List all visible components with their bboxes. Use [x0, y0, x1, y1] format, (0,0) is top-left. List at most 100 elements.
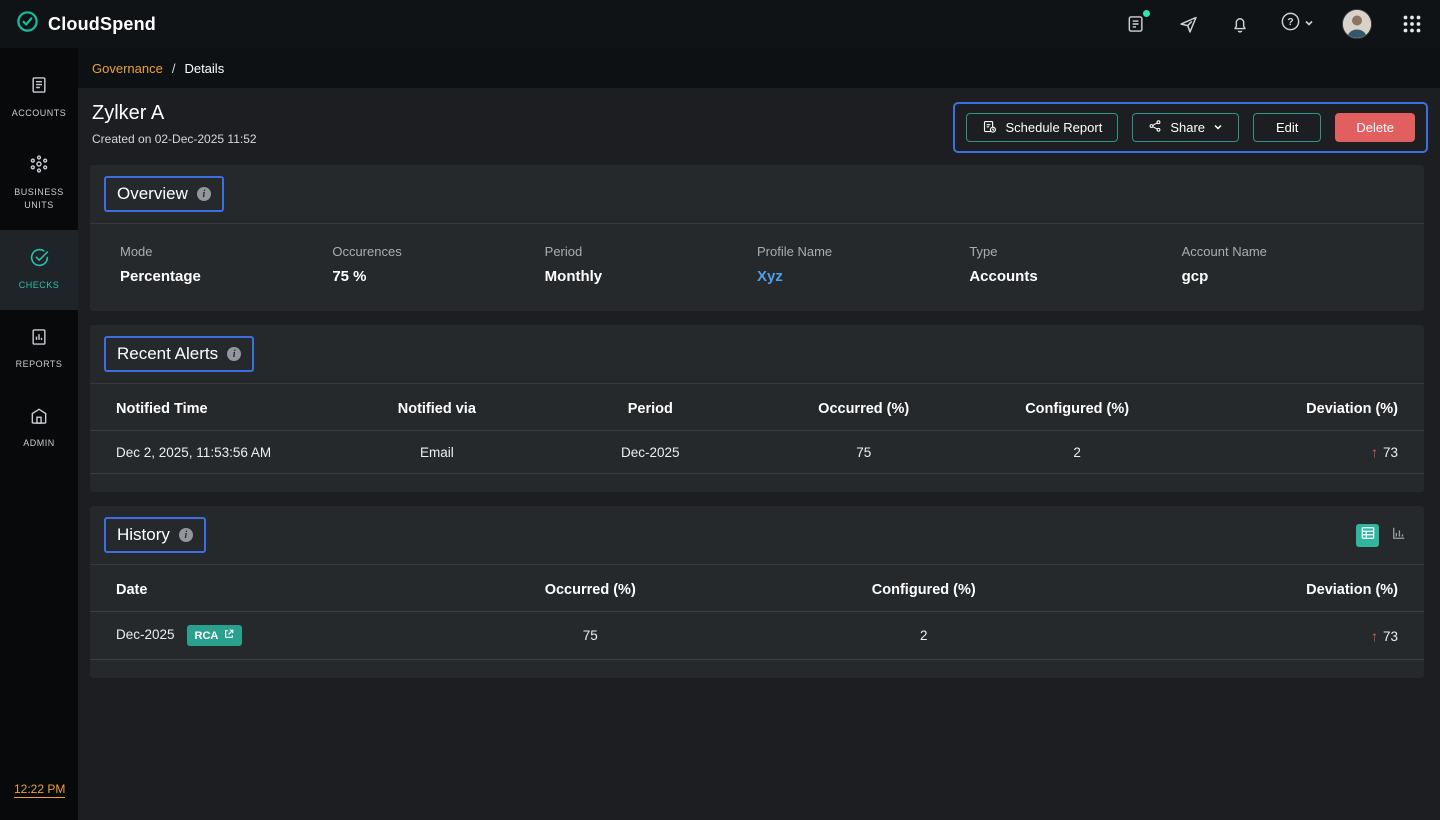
configured-cell: 2 [757, 612, 1091, 660]
breadcrumb-separator: / [172, 61, 176, 76]
sidebar-item-label: ACCOUNTS [12, 107, 67, 121]
info-icon[interactable]: i [197, 187, 211, 201]
field-value: 75 % [332, 268, 544, 285]
sidebar-item-label: BUSINESS UNITS [4, 186, 74, 213]
edit-label: Edit [1276, 120, 1298, 135]
whats-new-icon[interactable] [1176, 12, 1200, 36]
sidebar-item-checks[interactable]: CHECKS [0, 230, 78, 310]
field-type: Type Accounts [969, 244, 1181, 285]
overview-card: Overview i Mode Percentage Occurences 75… [90, 165, 1424, 311]
sidebar-item-accounts[interactable]: ACCOUNTS [0, 58, 78, 137]
column-header: Configured (%) [970, 384, 1183, 431]
accounts-icon [29, 75, 49, 100]
feedback-icon[interactable] [1124, 12, 1148, 36]
column-header: Notified via [330, 384, 543, 431]
created-on-text: Created on 02-Dec-2025 11:52 [92, 132, 257, 146]
reports-icon [29, 327, 49, 352]
field-value: Accounts [969, 268, 1181, 285]
field-period: Period Monthly [545, 244, 757, 285]
session-time[interactable]: 12:22 PM [14, 782, 65, 798]
column-header: Date [90, 565, 424, 612]
edit-button[interactable]: Edit [1253, 113, 1321, 142]
occurred-cell: 75 [424, 612, 758, 660]
field-mode: Mode Percentage [120, 244, 332, 285]
info-icon[interactable]: i [179, 528, 193, 542]
column-header: Notified Time [90, 384, 330, 431]
sidebar-item-admin[interactable]: ADMIN [0, 389, 78, 468]
notified-via-cell: Email [330, 431, 543, 474]
field-label: Profile Name [757, 244, 969, 259]
history-card: History i [90, 506, 1424, 678]
field-label: Type [969, 244, 1181, 259]
info-icon[interactable]: i [227, 347, 241, 361]
recent-alerts-title: Recent Alerts [117, 344, 218, 364]
breadcrumb-details: Details [184, 61, 224, 76]
history-table: Date Occurred (%) Configured (%) Deviati… [90, 565, 1424, 660]
sidebar-item-label: REPORTS [16, 358, 63, 372]
schedule-report-label: Schedule Report [1005, 120, 1102, 135]
sidebar-item-reports[interactable]: REPORTS [0, 310, 78, 389]
notified-time-cell: Dec 2, 2025, 11:53:56 AM [90, 431, 330, 474]
cloudspend-logo[interactable]: CloudSpend [16, 10, 156, 38]
help-icon: ? [1280, 11, 1301, 37]
app-title: CloudSpend [48, 14, 156, 35]
sidebar-item-label: ADMIN [23, 437, 55, 451]
notifications-bell-icon[interactable] [1228, 12, 1252, 36]
field-label: Period [545, 244, 757, 259]
top-navbar: CloudSpend ? [0, 0, 1440, 48]
deviation-cell: ↑ 73 [1184, 431, 1424, 474]
recent-alerts-card: Recent Alerts i Notified Time No [90, 325, 1424, 492]
overview-title-highlight: Overview i [104, 176, 224, 212]
deviation-value: 73 [1383, 445, 1398, 460]
cloudspend-logo-icon [16, 10, 39, 38]
share-icon [1148, 119, 1162, 136]
configured-cell: 2 [970, 431, 1183, 474]
field-profile-name: Profile Name Xyz [757, 244, 969, 285]
page-title-block: Zylker A Created on 02-Dec-2025 11:52 [92, 102, 257, 146]
schedule-report-button[interactable]: Schedule Report [966, 113, 1118, 142]
column-header: Deviation (%) [1091, 565, 1425, 612]
field-account-name: Account Name gcp [1182, 244, 1394, 285]
left-sidebar: ACCOUNTS BUSINESS UNITS CHECKS [0, 48, 78, 820]
external-link-icon [224, 629, 234, 642]
share-button[interactable]: Share [1132, 113, 1239, 142]
sidebar-item-label: CHECKS [19, 279, 60, 293]
rca-label: RCA [195, 630, 219, 642]
recent-alerts-title-highlight: Recent Alerts i [104, 336, 254, 372]
delete-button[interactable]: Delete [1335, 113, 1415, 142]
profile-name-link[interactable]: Xyz [757, 268, 969, 285]
chevron-down-icon [1304, 15, 1314, 33]
deviation-cell: ↑73 [1091, 612, 1425, 660]
svg-text:?: ? [1287, 16, 1293, 28]
share-label: Share [1170, 120, 1205, 135]
deviation-up-arrow-icon: ↑ [1371, 444, 1378, 460]
sidebar-item-business-units[interactable]: BUSINESS UNITS [0, 137, 78, 230]
field-occurences: Occurences 75 % [332, 244, 544, 285]
table-row: Dec-2025 RCA 75 2 ↑73 [90, 612, 1424, 660]
feedback-new-dot [1143, 10, 1150, 17]
apps-grid-icon[interactable] [1400, 12, 1424, 36]
deviation-value: 73 [1383, 629, 1398, 644]
column-header: Configured (%) [757, 565, 1091, 612]
table-view-toggle[interactable] [1356, 524, 1379, 547]
user-avatar[interactable] [1342, 9, 1372, 39]
schedule-report-icon [982, 119, 997, 137]
admin-icon [29, 406, 49, 431]
field-value: gcp [1182, 268, 1394, 285]
breadcrumb: Governance / Details [78, 48, 1440, 88]
checks-icon [29, 247, 50, 273]
help-menu[interactable]: ? [1280, 11, 1314, 37]
field-value: Monthly [545, 268, 757, 285]
overview-title: Overview [117, 184, 188, 204]
column-header: Occurred (%) [424, 565, 758, 612]
field-label: Occurences [332, 244, 544, 259]
field-label: Mode [120, 244, 332, 259]
field-value: Percentage [120, 268, 332, 285]
date-value: Dec-2025 [116, 627, 175, 642]
occurred-cell: 75 [757, 431, 970, 474]
rca-badge[interactable]: RCA [187, 625, 243, 646]
delete-label: Delete [1356, 120, 1394, 135]
breadcrumb-governance[interactable]: Governance [92, 61, 163, 76]
chart-view-toggle[interactable] [1387, 524, 1410, 547]
history-title-highlight: History i [104, 517, 206, 553]
